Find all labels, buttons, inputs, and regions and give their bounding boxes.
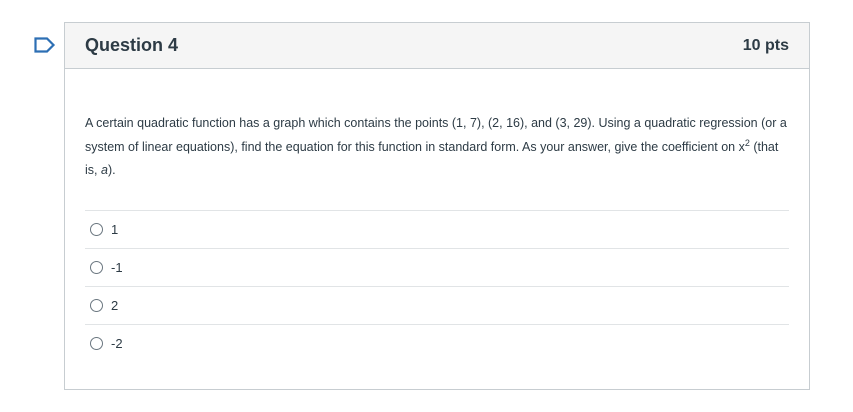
answer-option[interactable]: -1	[85, 249, 789, 287]
question-text: A certain quadratic function has a graph…	[85, 112, 791, 183]
answer-option[interactable]: 2	[85, 287, 789, 325]
flag-question-icon[interactable]	[34, 37, 56, 53]
question-card: Question 4 10 pts A certain quadratic fu…	[64, 22, 810, 390]
radio-button[interactable]	[90, 260, 103, 274]
question-text-main: A certain quadratic function has a graph…	[85, 116, 787, 154]
answer-label: -2	[111, 336, 123, 351]
question-text-variable: a	[100, 163, 108, 177]
question-text-end: ).	[107, 163, 116, 177]
radio-button[interactable]	[90, 337, 103, 350]
answer-label: 2	[111, 297, 119, 313]
answer-list: 1 -1 2 -2	[85, 209, 789, 363]
radio-button[interactable]	[90, 298, 103, 312]
question-header: Question 4 10 pts	[65, 23, 809, 69]
question-title: Question 4	[85, 35, 179, 55]
answer-label: -1	[111, 259, 123, 275]
radio-button[interactable]	[90, 222, 103, 236]
answer-label: 1	[111, 221, 119, 237]
question-points: 10 pts	[742, 36, 789, 54]
question-body: A certain quadratic function has a graph…	[65, 69, 809, 363]
answer-option[interactable]: -2	[85, 325, 789, 363]
answer-option[interactable]: 1	[85, 211, 789, 249]
